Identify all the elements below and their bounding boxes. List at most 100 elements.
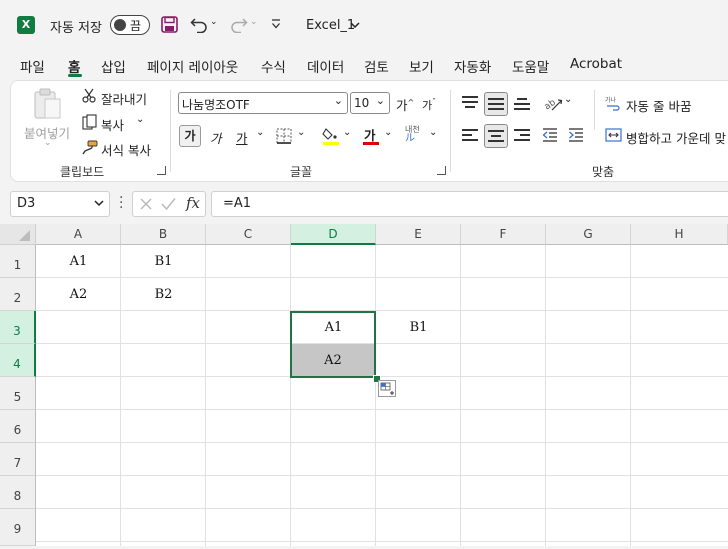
row-header-4[interactable]: 4 [0,344,36,377]
font-launcher-icon[interactable] [437,166,446,175]
align-right-icon[interactable] [514,129,530,143]
orientation-dropdown-icon[interactable]: ⌄ [564,94,572,105]
column-header-h[interactable]: H [631,224,728,245]
borders-dropdown-icon[interactable]: ⌄ [297,127,305,138]
autosave-toggle[interactable]: 끔 [110,15,150,35]
merge-center-icon[interactable] [605,128,622,142]
tab-home[interactable]: 홈 [68,56,80,76]
redo-dropdown-icon[interactable]: ⌄ [250,17,258,27]
italic-button[interactable]: 가 [210,128,222,147]
column-header-a[interactable]: A [36,224,121,245]
font-color-dropdown-icon[interactable]: ⌄ [384,127,392,138]
more-options-icon[interactable]: · · · [119,191,123,215]
scissors-icon[interactable] [82,88,96,103]
row-header-5[interactable]: 5 [0,377,36,410]
bold-button[interactable]: 가 [179,125,201,147]
tab-view[interactable]: 보기 [409,56,434,76]
font-size-combo[interactable]: 10 ⌄ [350,92,390,114]
toggle-knob [114,19,126,31]
file-name[interactable]: Excel_1 [306,18,355,33]
row-header-2[interactable]: 2 [0,278,36,311]
underline-dropdown-icon[interactable]: ⌄ [256,127,264,138]
align-bottom-icon[interactable] [514,98,530,112]
font-name-chevron-down-icon[interactable]: ⌄ [334,94,343,107]
customize-qat-icon[interactable] [271,18,281,30]
row-header-1[interactable]: 1 [0,245,36,278]
borders-icon[interactable] [276,128,292,144]
name-box-chevron-down-icon[interactable] [94,200,104,207]
orientation-icon[interactable]: ab [542,94,564,112]
name-box-value: D3 [17,196,36,211]
phonetic-dropdown-icon[interactable]: ⌄ [429,127,437,138]
format-painter-label[interactable]: 서식 복사 [101,140,151,159]
merge-center-label[interactable]: 병합하고 가운데 맞 [626,128,726,147]
decrease-indent-icon[interactable] [542,127,558,143]
fill-color-icon[interactable] [322,126,340,146]
name-box[interactable]: D3 [10,191,110,217]
formula-input[interactable]: =A1 [211,191,728,217]
quick-analysis-icon[interactable] [378,380,396,397]
wrap-text-label[interactable]: 자동 줄 바꿈 [626,96,691,115]
copy-icon[interactable] [82,114,97,130]
format-painter-icon[interactable] [82,140,98,155]
cell-a2[interactable]: A2 [36,278,121,311]
row-header-3[interactable]: 3 [0,311,36,344]
tab-page-layout[interactable]: 페이지 레이아웃 [147,56,238,76]
tab-acrobat[interactable]: Acrobat [570,56,622,72]
tab-formulas[interactable]: 수식 [261,56,286,76]
row-header-7[interactable]: 7 [0,443,36,476]
excel-logo-icon: X [17,16,35,34]
copy-dropdown-icon[interactable]: ⌄ [136,114,144,125]
undo-icon[interactable] [190,16,208,33]
tab-help[interactable]: 도움말 [512,56,549,76]
column-header-b[interactable]: B [121,224,206,245]
save-icon[interactable] [161,16,178,33]
row-header-9[interactable]: 9 [0,509,36,546]
cell-b1[interactable]: B1 [121,245,206,278]
increase-indent-icon[interactable] [568,127,584,143]
align-top-icon[interactable] [462,96,478,110]
align-center-button[interactable] [484,124,508,148]
column-header-c[interactable]: C [206,224,291,245]
redo-icon[interactable] [230,16,248,33]
row-header-8[interactable]: 8 [0,476,36,509]
cell-a1[interactable]: A1 [36,245,121,278]
tab-file[interactable]: 파일 [20,56,45,76]
tab-data[interactable]: 데이터 [307,56,344,76]
gridline [36,376,728,377]
column-header-f[interactable]: F [461,224,546,245]
font-size-chevron-down-icon[interactable]: ⌄ [376,94,385,107]
column-header-g[interactable]: G [546,224,631,245]
column-header-e[interactable]: E [376,224,461,245]
shrink-glyph: 가 [422,99,433,112]
ribbon-divider [450,90,451,172]
clipboard-launcher-icon[interactable] [157,166,166,175]
decrease-font-icon[interactable]: 가ˇ [422,97,436,113]
cancel-icon[interactable] [139,197,153,211]
filename-chevron-down-icon[interactable] [350,22,360,29]
undo-dropdown-icon[interactable]: ⌄ [210,17,218,27]
tab-insert[interactable]: 삽입 [101,56,126,76]
paste-dropdown-icon[interactable]: ⌄ [44,138,52,148]
font-name-combo[interactable]: 나눔명조OTF ⌄ [178,92,348,114]
font-color-button[interactable]: 가 [362,125,380,145]
insert-function-icon[interactable]: fx [186,194,200,212]
column-header-d[interactable]: D [291,224,376,245]
underline-button[interactable]: 가 [236,128,248,147]
cell-b2[interactable]: B2 [121,278,206,311]
align-middle-button[interactable] [484,92,508,116]
increase-font-icon[interactable]: 가^ [396,95,414,114]
align-left-icon[interactable] [462,129,478,143]
paste-icon[interactable] [33,88,63,120]
cell-e3[interactable]: B1 [376,311,461,344]
tab-review[interactable]: 검토 [364,56,389,76]
select-all-corner[interactable] [0,224,36,245]
copy-label[interactable]: 복사 [101,115,124,134]
tab-automate[interactable]: 자동화 [454,56,491,76]
row-header-6[interactable]: 6 [0,410,36,443]
enter-icon[interactable] [161,197,176,211]
phonetic-guide-icon[interactable]: 내천 ル [405,125,420,144]
fill-color-dropdown-icon[interactable]: ⌄ [343,127,351,138]
cut-label[interactable]: 잘라내기 [101,89,147,108]
wrap-text-icon[interactable]: 가나 [605,95,621,111]
